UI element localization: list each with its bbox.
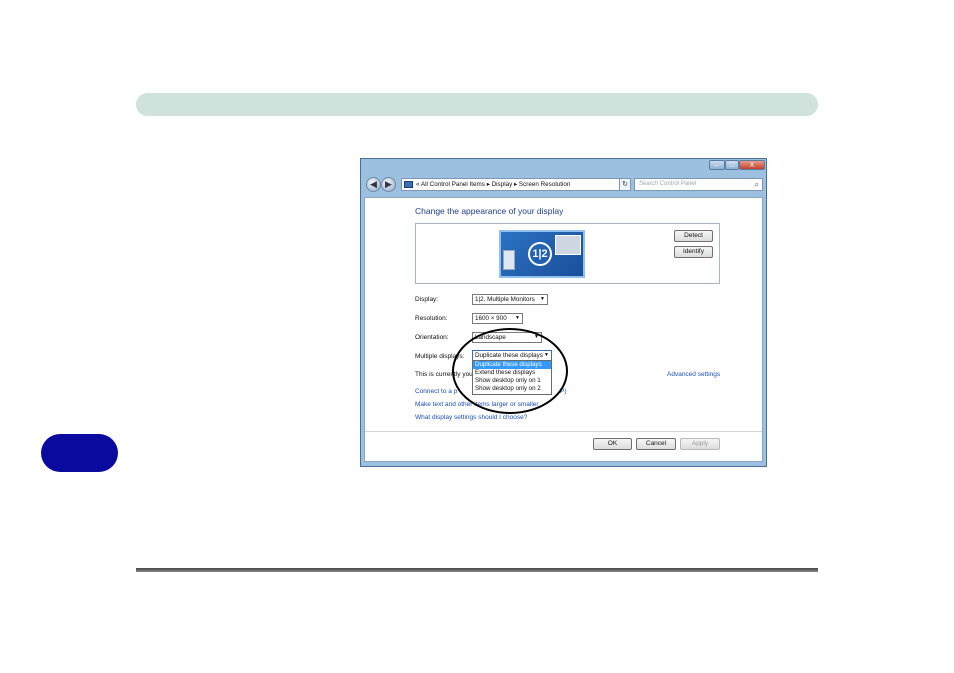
refresh-icon[interactable]: ↻ [619, 178, 631, 191]
search-icon[interactable]: ⌕ [755, 179, 759, 190]
chevron-down-icon: ▼ [544, 352, 549, 358]
orientation-select[interactable]: Landscape ▼ [472, 332, 542, 343]
monitor-number-badge: 1|2 [528, 242, 552, 266]
advanced-settings-link[interactable]: Advanced settings [667, 371, 720, 378]
navigation-bar: ◀ ▶ « All Control Panel Items ▸ Display … [361, 174, 766, 196]
multiple-displays-label: Multiple displays: [415, 353, 465, 360]
dropdown-option-only-2[interactable]: Show desktop only on 2 [473, 385, 551, 393]
forward-button[interactable]: ▶ [381, 177, 396, 192]
connect-projector-link[interactable]: Connect to a p [415, 388, 457, 395]
address-bar[interactable]: « All Control Panel Items ▸ Display ▸ Sc… [401, 178, 631, 191]
page-title: Change the appearance of your display [415, 206, 564, 216]
search-placeholder: Search Control Panel [639, 181, 697, 187]
text-size-link[interactable]: Make text and other items larger or smal… [415, 401, 539, 408]
display-value: 1|2. Multiple Monitors [475, 296, 535, 303]
dropdown-option-extend[interactable]: Extend these displays [473, 369, 551, 377]
multiple-displays-value: Duplicate these displays [475, 352, 543, 359]
control-panel-icon [404, 180, 413, 188]
display-label: Display: [415, 296, 439, 303]
window-thumbnail [555, 235, 581, 255]
orientation-label: Orientation: [415, 334, 449, 341]
content-pane: Change the appearance of your display 1|… [364, 197, 763, 462]
display-select[interactable]: 1|2. Multiple Monitors ▼ [472, 294, 548, 305]
resolution-label: Resolution: [415, 315, 448, 322]
dropdown-option-duplicate[interactable]: Duplicate these displays [473, 361, 551, 369]
identify-button[interactable]: Identify [674, 246, 713, 258]
display-preview: 1|2 Detect Identify [415, 223, 720, 284]
display-help-link[interactable]: What display settings should I choose? [415, 414, 527, 421]
chapter-tab [41, 434, 118, 472]
divider [365, 431, 762, 432]
minimize-button[interactable]: – [709, 160, 725, 170]
close-button[interactable]: X [739, 160, 765, 170]
chevron-down-icon: ▼ [515, 315, 520, 321]
footer-rule [136, 568, 818, 572]
maximize-button[interactable]: □ [725, 160, 739, 170]
apply-button[interactable]: Apply [680, 438, 720, 450]
screen-resolution-window: – □ X ◀ ▶ « All Control Panel Items ▸ Di… [360, 158, 767, 467]
cancel-button[interactable]: Cancel [636, 438, 676, 450]
ok-button[interactable]: OK [593, 438, 632, 450]
monitor-preview[interactable]: 1|2 [499, 230, 585, 278]
title-bar: – □ X [361, 159, 766, 173]
header-bar [136, 93, 818, 116]
dropdown-option-only-1[interactable]: Show desktop only on 1 [473, 377, 551, 385]
resolution-select[interactable]: 1600 × 900 ▼ [472, 313, 523, 324]
desktop-thumbnail [503, 250, 515, 270]
back-button[interactable]: ◀ [366, 177, 381, 192]
orientation-value: Landscape [475, 334, 506, 341]
info-text: This is currently you [415, 371, 473, 378]
resolution-value: 1600 × 900 [475, 315, 507, 322]
chevron-down-icon: ▼ [540, 296, 545, 302]
chevron-down-icon: ▼ [534, 334, 539, 340]
search-input[interactable]: Search Control Panel ⌕ [634, 178, 763, 191]
connect-projector-link-tail[interactable]: P) [560, 388, 567, 395]
multiple-displays-dropdown: Duplicate these displays Extend these di… [472, 360, 552, 395]
detect-button[interactable]: Detect [674, 230, 713, 242]
breadcrumb: « All Control Panel Items ▸ Display ▸ Sc… [416, 181, 571, 188]
